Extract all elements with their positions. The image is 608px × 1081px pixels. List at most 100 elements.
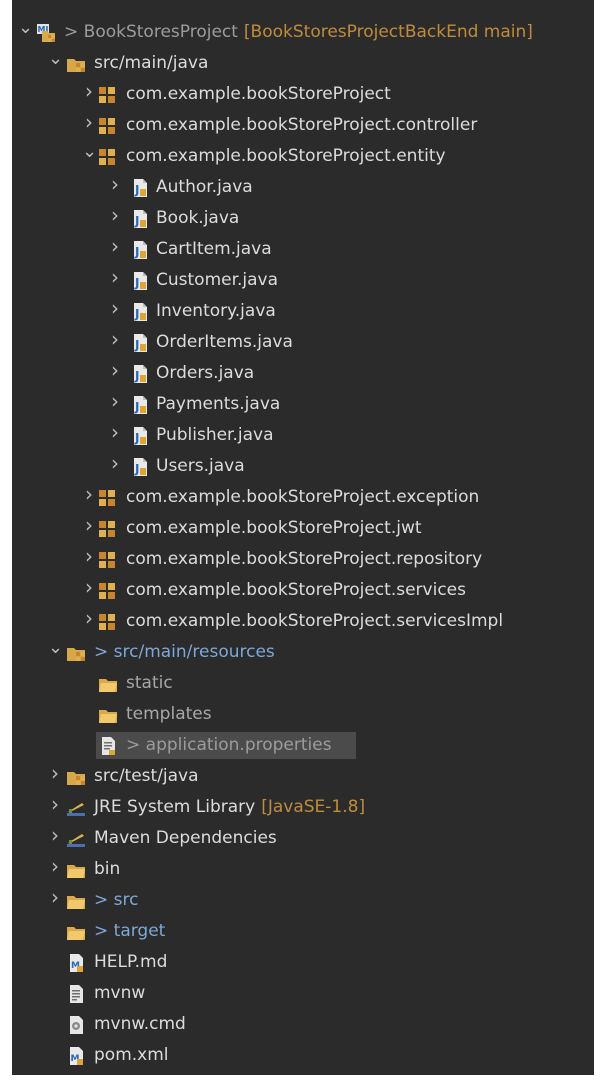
project-explorer-tree[interactable]: ⌄ MJ > BookStoresProject [BookStoresProject…: [12, 0, 594, 1081]
tree-item-application-properties[interactable]: > application.properties: [12, 730, 594, 761]
tree-item-com-example-bookstoreproject[interactable]: › com.example.bookStoreProject: [12, 79, 594, 110]
tree-item-jre-system-library[interactable]: › JRE System Library [JavaSE-1.8]: [12, 792, 594, 823]
tree-item-label: mvnw.cmd: [94, 1013, 186, 1035]
tree-item-mvnw[interactable]: mvnw: [12, 978, 594, 1009]
tree-item-label: OrderItems.java: [156, 331, 293, 353]
tree-item-text: Maven Dependencies: [94, 828, 277, 848]
tree-item-help-md[interactable]: M HELP.md: [12, 947, 594, 978]
java-file-icon: J: [130, 271, 150, 291]
decorator-prefix: >: [94, 921, 114, 941]
tree-item-orders-java[interactable]: › J Orders.java: [12, 358, 594, 389]
chevron-right-icon[interactable]: ›: [108, 298, 122, 318]
chevron-right-icon[interactable]: ›: [108, 205, 122, 225]
maven-project-icon: MJ: [36, 23, 56, 43]
chevron-right-icon[interactable]: ›: [108, 453, 122, 473]
decorator-prefix: >: [94, 890, 114, 910]
tree-item-com-example-bookstoreproject-repository[interactable]: › com.example.bookStoreProject.repository: [12, 544, 594, 575]
chevron-right-icon[interactable]: ›: [82, 515, 96, 535]
tree-item-text: CartItem.java: [156, 239, 272, 259]
tree-item-label: JRE System Library [JavaSE-1.8]: [94, 796, 365, 818]
markdown-file-icon: M: [66, 953, 86, 973]
cmd-file-icon: [66, 1015, 86, 1035]
source-folder-icon: [66, 767, 86, 787]
chevron-right-icon[interactable]: ›: [82, 577, 96, 597]
tree-item-decoration: [BookStoresProjectBackEnd main]: [243, 22, 533, 42]
chevron-right-icon[interactable]: ›: [48, 763, 62, 783]
chevron-right-icon[interactable]: ›: [82, 112, 96, 132]
chevron-right-icon[interactable]: ›: [108, 360, 122, 380]
chevron-down-icon[interactable]: ⌄: [82, 143, 97, 161]
chevron-right-icon[interactable]: ›: [108, 422, 122, 442]
chevron-right-icon[interactable]: ›: [82, 81, 96, 101]
package-icon: [98, 550, 118, 570]
tree-item-bookstoresproject[interactable]: ⌄ MJ > BookStoresProject [BookStoresProject…: [12, 17, 594, 48]
chevron-down-icon[interactable]: ⌄: [18, 19, 33, 37]
tree-item-label: > src/main/resources: [94, 641, 275, 663]
java-file-icon: J: [130, 178, 150, 198]
tree-item-com-example-bookstoreproject-jwt[interactable]: › com.example.bookStoreProject.jwt: [12, 513, 594, 544]
tree-item-label: com.example.bookStoreProject.jwt: [126, 517, 422, 539]
java-file-icon: J: [130, 426, 150, 446]
tree-item-cartitem-java[interactable]: › J CartItem.java: [12, 234, 594, 265]
chevron-right-icon[interactable]: ›: [82, 546, 96, 566]
tree-item-src-main-java[interactable]: ⌄ src/main/java: [12, 48, 594, 79]
tree-item-label: com.example.bookStoreProject.services: [126, 579, 466, 601]
tree-item-com-example-bookstoreproject-entity[interactable]: ⌄ com.example.bookStoreProject.entity: [12, 141, 594, 172]
tree-item-src-main-resources[interactable]: ⌄ > src/main/resources: [12, 637, 594, 668]
svg-text:J: J: [134, 307, 139, 321]
chevron-right-icon[interactable]: ›: [82, 608, 96, 628]
tree-item-src-test-java[interactable]: › src/test/java: [12, 761, 594, 792]
chevron-right-icon[interactable]: ›: [48, 887, 62, 907]
library-icon: [66, 829, 86, 849]
svg-text:J: J: [134, 183, 139, 197]
tree-item-com-example-bookstoreproject-controller[interactable]: › com.example.bookStoreProject.controller: [12, 110, 594, 141]
tree-item-text: Customer.java: [156, 270, 279, 290]
chevron-right-icon[interactable]: ›: [108, 329, 122, 349]
tree-item-text: com.example.bookStoreProject.jwt: [126, 518, 422, 538]
tree-item-text: mvnw.cmd: [94, 1014, 186, 1034]
tree-item-com-example-bookstoreproject-exception[interactable]: › com.example.bookStoreProject.exception: [12, 482, 594, 513]
pom-file-icon: M: [66, 1046, 86, 1066]
tree-item-orderitems-java[interactable]: › J OrderItems.java: [12, 327, 594, 358]
chevron-right-icon[interactable]: ›: [108, 267, 122, 287]
tree-item-author-java[interactable]: › J Author.java: [12, 172, 594, 203]
tree-item-text: templates: [126, 704, 212, 724]
chevron-right-icon[interactable]: ›: [108, 391, 122, 411]
chevron-right-icon[interactable]: ›: [108, 236, 122, 256]
chevron-down-icon[interactable]: ⌄: [48, 639, 63, 657]
folder-icon: [98, 674, 118, 694]
tree-item-src[interactable]: › > src: [12, 885, 594, 916]
chevron-right-icon[interactable]: ›: [48, 825, 62, 845]
java-file-icon: J: [130, 395, 150, 415]
tree-item-maven-dependencies[interactable]: › Maven Dependencies: [12, 823, 594, 854]
source-folder-icon: [66, 54, 86, 74]
chevron-down-icon[interactable]: ⌄: [48, 50, 63, 68]
chevron-right-icon[interactable]: ›: [48, 856, 62, 876]
tree-item-payments-java[interactable]: › J Payments.java: [12, 389, 594, 420]
folder-icon: [66, 922, 86, 942]
tree-item-com-example-bookstoreproject-services[interactable]: › com.example.bookStoreProject.services: [12, 575, 594, 606]
tree-item-text: com.example.bookStoreProject.repository: [126, 549, 483, 569]
tree-item-publisher-java[interactable]: › J Publisher.java: [12, 420, 594, 451]
tree-item-book-java[interactable]: › J Book.java: [12, 203, 594, 234]
tree-item-com-example-bookstoreproject-servicesimpl[interactable]: › com.example.bookStoreProject.servicesIm…: [12, 606, 594, 637]
tree-item-pom-xml[interactable]: Mpom.xml: [12, 1040, 594, 1071]
tree-item-target[interactable]: > target: [12, 916, 594, 947]
svg-text:J: J: [134, 431, 139, 445]
tree-item-users-java[interactable]: › J Users.java: [12, 451, 594, 482]
tree-item-bin[interactable]: › bin: [12, 854, 594, 885]
svg-text:J: J: [134, 400, 139, 414]
tree-item-mvnw-cmd[interactable]: mvnw.cmd: [12, 1009, 594, 1040]
chevron-right-icon[interactable]: ›: [48, 794, 62, 814]
chevron-right-icon[interactable]: ›: [82, 484, 96, 504]
tree-item-text: bin: [94, 859, 121, 879]
chevron-right-icon[interactable]: ›: [108, 174, 122, 194]
tree-item-inventory-java[interactable]: › J Inventory.java: [12, 296, 594, 327]
tree-item-templates[interactable]: templates: [12, 699, 594, 730]
tree-item-text: mvnw: [94, 983, 146, 1003]
tree-item-static[interactable]: static: [12, 668, 594, 699]
tree-item-text: static: [126, 673, 173, 693]
tree-item-customer-java[interactable]: › J Customer.java: [12, 265, 594, 296]
folder-icon: [98, 705, 118, 725]
tree-item-label: Payments.java: [156, 393, 280, 415]
